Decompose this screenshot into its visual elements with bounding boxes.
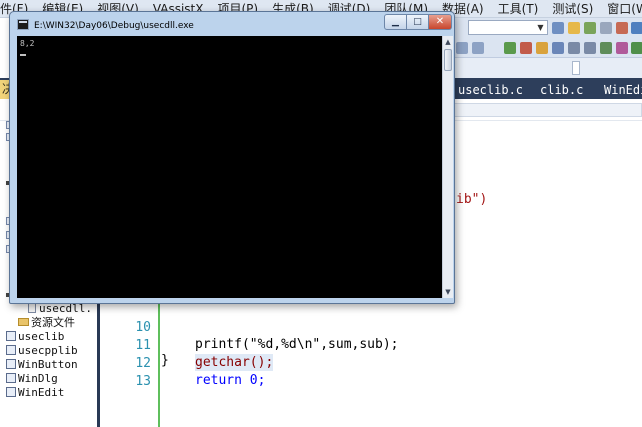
tree-item-usecdll-c[interactable]: usecdll.	[28, 302, 92, 316]
solution-explorer-icon[interactable]	[584, 22, 596, 34]
tree-item-label: WinButton	[18, 358, 78, 371]
project-icon	[6, 387, 16, 397]
code-line-13[interactable]: 13	[103, 356, 642, 389]
start-page-icon[interactable]	[631, 22, 642, 34]
prev-bookmark-icon[interactable]	[536, 42, 548, 54]
next-bookmark-icon[interactable]	[520, 42, 532, 54]
tree-item-label: WinDlg	[18, 372, 58, 385]
clear-bookmarks-icon[interactable]	[552, 42, 564, 54]
format-icon[interactable]	[600, 42, 612, 54]
tree-item-label: useclib	[18, 330, 65, 343]
standard-toolbar: ▼	[454, 18, 642, 38]
find-in-files-icon[interactable]	[568, 22, 580, 34]
code-line-12[interactable]: 12 return 0;	[103, 338, 642, 388]
console-title: E:\WIN32\Day06\Debug\usecdll.exe	[34, 21, 194, 31]
console-title-bar[interactable]: E:\WIN32\Day06\Debug\usecdll.exe ▁ □ ✕	[10, 12, 454, 38]
tab-clib-c[interactable]: clib.c	[540, 82, 583, 98]
console-scrollbar[interactable]: ▲ ▼	[442, 36, 453, 298]
console-app-icon[interactable]	[17, 19, 29, 30]
project-icon	[6, 331, 16, 341]
solution-config-combo[interactable]: ▼	[468, 20, 548, 35]
options-icon[interactable]	[631, 42, 642, 54]
console-output-area[interactable]: 8,2	[17, 36, 448, 298]
project-icon	[6, 373, 16, 383]
maximize-icon: □	[413, 17, 422, 27]
project-icon	[6, 359, 16, 369]
navigation-box[interactable]	[572, 61, 580, 75]
text-cursor	[20, 54, 26, 56]
properties-icon[interactable]	[600, 22, 612, 34]
minimize-button[interactable]: ▁	[384, 14, 407, 30]
refactor-icon[interactable]	[616, 42, 628, 54]
line-number: 13	[135, 374, 151, 389]
scroll-up-icon[interactable]: ▲	[443, 36, 453, 48]
menu-window[interactable]: 窗口(W)	[600, 0, 642, 17]
console-window[interactable]: E:\WIN32\Day06\Debug\usecdll.exe ▁ □ ✕ 8…	[9, 11, 455, 304]
tree-item-useclib[interactable]: useclib	[6, 330, 64, 344]
find-icon[interactable]	[552, 22, 564, 34]
folder-icon	[18, 318, 29, 326]
closing-brace: }	[161, 353, 169, 368]
tree-item-resource-files[interactable]: 资源文件	[18, 316, 75, 330]
menu-test[interactable]: 测试(S)	[545, 0, 600, 17]
navigation-strip	[454, 58, 642, 78]
chevron-down-icon: ▼	[537, 23, 544, 32]
source-file-icon	[28, 303, 36, 313]
maximize-button[interactable]: □	[407, 14, 429, 30]
toolbox-icon[interactable]	[616, 22, 628, 34]
tree-item-label: WinEdit	[18, 386, 65, 399]
code-text: return 0;	[195, 373, 266, 388]
code-fragment: ib")	[456, 192, 488, 207]
member-dropdown[interactable]	[454, 103, 642, 117]
code-line-11[interactable]: 11 getchar();	[103, 320, 642, 371]
scroll-down-icon[interactable]: ▼	[443, 286, 453, 298]
tree-item-label: 资源文件	[31, 316, 75, 329]
tree-item-windlg[interactable]: WinDlg	[6, 372, 58, 386]
code-line-10[interactable]: 10 printf("%d,%d\n",sum,sub);	[103, 302, 642, 352]
outdent-icon[interactable]	[568, 42, 580, 54]
project-icon	[6, 345, 16, 355]
close-icon: ✕	[435, 16, 445, 27]
menu-tools[interactable]: 工具(T)	[491, 0, 546, 17]
scrollbar-thumb[interactable]	[444, 49, 452, 71]
close-button[interactable]: ✕	[429, 14, 452, 30]
uncomment-icon[interactable]	[472, 42, 484, 54]
tree-item-label: usecpplib	[18, 344, 78, 357]
console-output-text: 8,2	[20, 39, 35, 48]
tab-useclib-c[interactable]: useclib.c	[458, 82, 523, 98]
tab-winedit[interactable]: WinEdi	[604, 82, 642, 98]
indent-icon[interactable]	[584, 42, 596, 54]
tree-item-winedit[interactable]: WinEdit	[6, 386, 64, 400]
build-toolbar	[454, 38, 642, 58]
tree-item-usecpplib[interactable]: usecpplib	[6, 344, 78, 358]
bookmark-icon[interactable]	[504, 42, 516, 54]
tree-item-winbutton[interactable]: WinButton	[6, 358, 78, 372]
comment-icon[interactable]	[456, 42, 468, 54]
minimize-icon: ▁	[392, 17, 399, 27]
